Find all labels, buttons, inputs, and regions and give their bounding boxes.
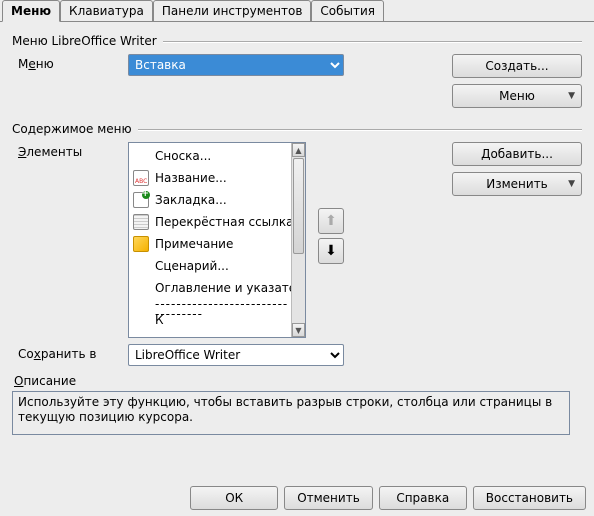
arrow-up-icon: ⬆	[325, 213, 337, 229]
chevron-down-icon: ▼	[568, 91, 575, 101]
tab-menu[interactable]: Меню	[2, 0, 60, 22]
group-divider	[138, 129, 582, 130]
list-item-label: Сноска...	[155, 149, 211, 163]
blank-icon	[133, 258, 149, 274]
tab-bar: Меню Клавиатура Панели инструментов Собы…	[0, 0, 594, 22]
list-item[interactable]: Сценарий...	[129, 255, 291, 277]
list-item[interactable]: Название...	[129, 167, 291, 189]
ok-button[interactable]: ОК	[190, 486, 278, 510]
label-accel: х	[34, 347, 41, 361]
add-button[interactable]: Добавить...	[452, 142, 582, 166]
label-text: лементы	[26, 145, 82, 159]
arrow-down-icon: ⬇	[325, 243, 337, 259]
label-menu: Меню	[12, 54, 128, 71]
button-label: Меню	[499, 89, 535, 103]
list-separator[interactable]: ----------------------------------	[129, 299, 291, 313]
tab-events[interactable]: События	[311, 0, 384, 21]
dialog-footer: ОК Отменить Справка Восстановить	[190, 486, 586, 510]
scroll-thumb[interactable]	[293, 158, 304, 254]
label-accel: е	[28, 57, 35, 71]
note-icon	[133, 236, 149, 252]
list-item[interactable]: Примечание	[129, 233, 291, 255]
reset-button[interactable]: Восстановить	[473, 486, 586, 510]
list-item[interactable]: Закладка...	[129, 189, 291, 211]
scrollbar[interactable]: ▲ ▼	[291, 143, 305, 337]
menu-button[interactable]: Меню ▼	[452, 84, 582, 108]
group-divider	[163, 41, 582, 42]
group-menu: Меню LibreOffice Writer Меню Вставка Соз…	[12, 34, 582, 114]
list-item-label: Примечание	[155, 237, 233, 251]
scroll-up-icon[interactable]: ▲	[292, 143, 305, 157]
chevron-down-icon: ▼	[568, 179, 575, 189]
list-item-label: Оглавление и указатели	[155, 281, 306, 295]
list-item[interactable]: Сноска...	[129, 145, 291, 167]
group-content-title: Содержимое меню	[12, 122, 138, 136]
list-item[interactable]: Оглавление и указатели ▶	[129, 277, 291, 299]
move-down-button[interactable]: ⬇	[318, 238, 344, 264]
label-text: ню	[36, 57, 54, 71]
crossref-icon	[133, 214, 149, 230]
list-item-label: Название...	[155, 171, 227, 185]
label-text: Со	[18, 347, 34, 361]
tab-toolbars[interactable]: Панели инструментов	[153, 0, 312, 21]
create-button[interactable]: Создать...	[452, 54, 582, 78]
list-item[interactable]: К	[129, 313, 291, 327]
blank-icon	[133, 280, 149, 296]
list-item-label: Сценарий...	[155, 259, 229, 273]
button-label: Изменить	[486, 177, 548, 191]
blank-icon	[133, 315, 149, 325]
group-menu-title: Меню LibreOffice Writer	[12, 34, 163, 48]
caption-icon	[133, 170, 149, 186]
list-item-label: Закладка...	[155, 193, 227, 207]
save-in-select[interactable]: LibreOffice Writer	[128, 344, 344, 366]
list-item[interactable]: Перекрёстная ссылка...	[129, 211, 291, 233]
label-text: М	[18, 57, 28, 71]
label-save-in: Сохранить в	[12, 344, 128, 361]
label-description: Описание	[14, 374, 582, 388]
label-elements: Элементы	[12, 142, 128, 159]
menu-select[interactable]: Вставка	[128, 54, 344, 76]
scroll-down-icon[interactable]: ▼	[292, 323, 305, 337]
description-field[interactable]: Используйте эту функцию, чтобы вставить …	[12, 391, 570, 435]
list-item-label: Перекрёстная ссылка...	[155, 215, 305, 229]
elements-listbox[interactable]: Сноска... Название... Закладка...	[128, 142, 306, 338]
blank-icon	[133, 148, 149, 164]
cancel-button[interactable]: Отменить	[284, 486, 373, 510]
label-text: писание	[23, 374, 76, 388]
label-text: ранить в	[41, 347, 97, 361]
tab-panel-menu: Меню LibreOffice Writer Меню Вставка Соз…	[0, 22, 594, 441]
group-content: Содержимое меню Элементы Сноска...	[12, 122, 582, 366]
list-item-label: К	[155, 313, 164, 327]
tab-keyboard[interactable]: Клавиатура	[60, 0, 153, 21]
change-button[interactable]: Изменить ▼	[452, 172, 582, 196]
help-button[interactable]: Справка	[379, 486, 467, 510]
move-up-button[interactable]: ⬆	[318, 208, 344, 234]
bookmark-icon	[133, 192, 149, 208]
